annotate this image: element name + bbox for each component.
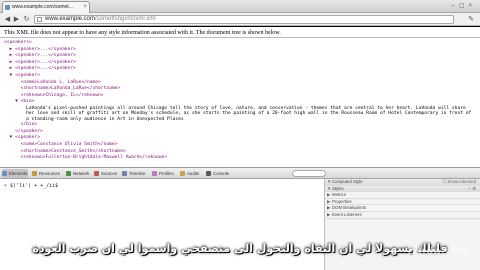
browser-toolbar: ◀ ▶ ↻ www.example.com/somethingxml/xml.x… — [0, 13, 480, 26]
xml-line: </speaker> — [4, 128, 43, 134]
devtools-tab-network[interactable]: Network — [66, 169, 90, 178]
console-prompt: > — [4, 183, 8, 189]
devtools-tab-label: Profiles — [159, 171, 174, 176]
disclosure-triangle-icon[interactable]: ▶ — [327, 205, 330, 212]
sidebar-section-dom-breakpoints[interactable]: ▶ DOM Breakpoints — [325, 205, 480, 212]
devtools-tab-label: Sources — [101, 171, 118, 176]
disclosure-triangle-icon[interactable]: ▶ — [327, 212, 330, 219]
devtools-tab-label: Audits — [187, 171, 200, 176]
resources-icon — [32, 171, 37, 176]
browser-titlebar: www.example.com/somet... × –▢× — [0, 0, 480, 13]
sidebar-section-label: Computed Style — [332, 179, 363, 184]
sidebar-section-computed-style[interactable]: ▼ Computed Style ☐ Show inherited — [325, 179, 480, 186]
devtools-tab-label: Timeline — [129, 171, 146, 176]
disclosure-triangle-icon[interactable]: ▼ — [327, 179, 331, 186]
tab-close-icon[interactable]: × — [83, 2, 87, 12]
devtools-toolbar: Elements Resources Network Sources Timeline P… — [0, 168, 480, 179]
xml-line: <shortname>LaVonda_LaRue</shortname> — [4, 86, 121, 92]
xml-line: <speakers> — [4, 40, 32, 45]
devtools-tab-console[interactable]: Console — [206, 169, 232, 178]
timeline-icon — [122, 171, 127, 176]
xml-lines-before: <speakers> ▶ <speaker>...</speaker> ▶ <s… — [4, 40, 476, 106]
back-button[interactable]: ◀ — [3, 15, 12, 24]
address-bar[interactable]: www.example.com/somethingxml/xml.xml — [34, 15, 454, 24]
devtools-search-input[interactable] — [292, 170, 326, 177]
xml-line: ▶ <speaker>...</speaker> — [4, 66, 76, 72]
console-icon — [206, 171, 211, 176]
elements-icon — [2, 171, 7, 176]
sidebar-section-styles[interactable]: ▼ Styles + ⚙ — [325, 185, 480, 193]
window-controls[interactable]: –▢× — [451, 2, 476, 9]
page-content: This XML file does not appear to have an… — [0, 27, 480, 167]
audits-icon — [180, 171, 185, 176]
xml-line: ▼ <bio> — [4, 99, 35, 105]
sidebar-section-metrics[interactable]: ▶ Metrics — [325, 192, 480, 199]
tab-title: www.example.com/somet... — [12, 4, 73, 10]
browser-tab[interactable]: www.example.com/somet... × — [2, 1, 90, 13]
sources-icon — [94, 171, 99, 176]
devtools-tab-resources[interactable]: Resources — [32, 169, 62, 178]
profiles-icon — [152, 171, 157, 176]
devtools-tab-profiles[interactable]: Profiles — [152, 169, 176, 178]
devtools-tab-elements[interactable]: Elements — [2, 169, 28, 178]
xml-line: ▼ <speaker> — [4, 72, 40, 78]
xml-line: ▶ <speaker>...</speaker> — [4, 53, 76, 59]
devtools-tab-audits[interactable]: Audits — [180, 169, 202, 178]
sidebar-section-properties[interactable]: ▶ Properties — [325, 199, 480, 206]
wrench-menu-icon[interactable]: ✎ — [468, 15, 474, 23]
page-icon — [37, 17, 42, 22]
reload-button[interactable]: ↻ — [22, 15, 31, 24]
sidebar-section-controls[interactable]: + ⚙ — [468, 186, 476, 193]
disclosure-triangle-icon[interactable]: ▶ — [327, 192, 330, 199]
disclosure-triangle-icon[interactable]: ▶ — [327, 199, 330, 206]
console-input[interactable]: $('li') + +_/ii$ — [10, 183, 58, 189]
devtools-tab-label: Resources — [39, 171, 60, 176]
xml-line: <reknown>Chicago, IL</reknown> — [4, 92, 104, 98]
devtools-tab-label: Console — [213, 171, 230, 176]
xml-lines-after: </bio> </speaker> ▼ <speaker> <name>Cons… — [4, 122, 476, 162]
xml-line: ▼ <speaker> — [4, 135, 40, 141]
page-favicon-icon — [5, 5, 10, 10]
url-path: /somethingxml/xml.xml — [95, 16, 156, 22]
xml-line: </bio> — [4, 122, 38, 128]
devtools-tab-sources[interactable]: Sources — [94, 169, 118, 178]
bio-text: LaVonda's pixel-pushed paintings all aro… — [26, 105, 472, 122]
xml-line: <name>Constance Olivia Smith</name> — [4, 141, 118, 147]
forward-button[interactable]: ▶ — [12, 15, 21, 24]
xml-tree: <speakers> ▶ <speaker>...</speaker> ▶ <s… — [0, 38, 480, 164]
devtools-tab-timeline[interactable]: Timeline — [122, 169, 148, 178]
sidebar-section-label: Properties — [332, 198, 352, 204]
xml-line: <reknown>Fullerton-Brightdale-Maxwell Aw… — [4, 155, 168, 161]
sidebar-section-label: Styles — [332, 185, 344, 191]
sidebar-section-label: Metrics — [332, 192, 346, 198]
sidebar-section-event-listeners[interactable]: ▶ Event Listeners — [325, 212, 480, 219]
url-host: www.example.com — [45, 16, 96, 22]
sidebar-section-controls[interactable]: ☐ Show inherited — [443, 179, 476, 186]
disclosure-triangle-icon[interactable]: ▼ — [327, 186, 331, 193]
devtools-tab-label: Elements — [9, 171, 28, 176]
sidebar-section-label: Event Listeners — [332, 211, 362, 217]
watermark-logo: lynda.com — [407, 246, 470, 257]
devtools-tab-label: Network — [73, 171, 90, 176]
network-icon — [66, 171, 71, 176]
sidebar-section-label: DOM Breakpoints — [332, 205, 366, 211]
xml-style-notice: This XML file does not appear to have an… — [0, 27, 480, 38]
